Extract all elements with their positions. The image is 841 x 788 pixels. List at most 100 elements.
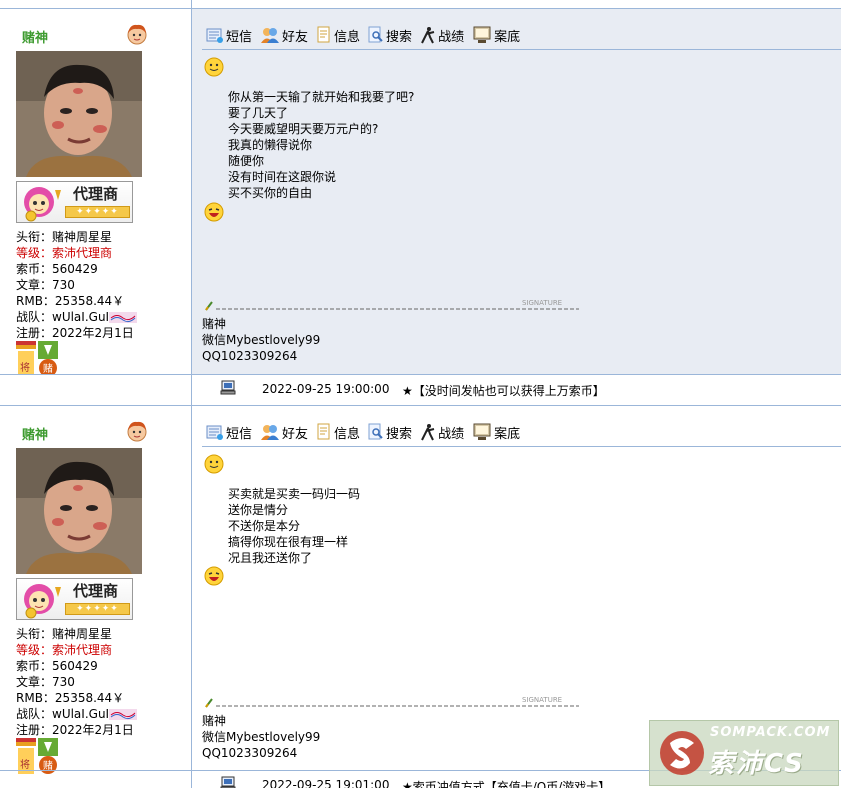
signature-line: QQ1023309264	[202, 349, 298, 363]
watermark-title: 索沛CS	[708, 749, 805, 779]
record-button[interactable]: 战绩	[420, 26, 464, 45]
rank-label: 代理商	[73, 185, 119, 203]
post-body: 你从第一天输了就开始和我要了吧? 要了几天了 今天要威望明天要万元户的? 我真的…	[228, 89, 414, 201]
toolbar-divider	[202, 49, 841, 50]
post-2-user-panel: 赌神 代理商 ✦✦✦✦✦ 头衔：赌神周星星 等级：索沛代理商 索币：560429…	[0, 406, 191, 774]
search-button[interactable]: 搜索	[368, 26, 412, 45]
user-rmb: RMB：25358.44￥	[16, 691, 125, 705]
post-toolbar: 短信 好友 信息 搜索 战绩 案底	[206, 422, 528, 442]
team-flag-icon	[109, 709, 138, 720]
post-time: 2022-09-25 19:00:00	[262, 382, 390, 396]
message-icon	[206, 28, 223, 43]
signature-line: 微信Mybestlovely99	[202, 333, 321, 347]
post-line: 没有时间在这跟你说	[228, 170, 337, 184]
search-icon	[368, 26, 383, 43]
ip-computer-icon[interactable]	[220, 776, 236, 788]
site-logo-icon	[660, 731, 704, 775]
monitor-icon	[473, 423, 491, 440]
user-registered: 注册：2022年2月1日	[16, 723, 134, 737]
post-line: 不送你是本分	[228, 519, 301, 533]
post-line: 随便你	[228, 154, 265, 168]
record-button[interactable]: 战绩	[420, 423, 464, 442]
site-watermark: SOMPACK.COM 索沛CS	[649, 720, 839, 786]
ip-computer-icon[interactable]	[220, 380, 236, 396]
sms-button[interactable]: 短信	[206, 423, 252, 442]
post-1-user-panel: 赌神 代理商 ✦✦✦✦✦ 头衔：赌神周星星 等级：索沛代理商 索币：560429…	[0, 9, 191, 377]
smile-icon	[204, 57, 224, 77]
team-flag-icon	[109, 312, 138, 323]
user-team: 战队：wUlaI.GuI	[16, 706, 138, 722]
rank-mascot-icon	[24, 187, 61, 222]
toolbar-divider	[202, 446, 841, 447]
rank-mascot-icon	[24, 584, 61, 619]
case-button[interactable]: 案底	[472, 26, 520, 45]
rank-stars: ✦✦✦✦✦	[65, 206, 130, 218]
signature: 赌神 微信Mybestlovely99 QQ1023309264	[202, 713, 320, 761]
post-line: 买不买你的自由	[228, 186, 313, 200]
document-icon	[317, 26, 330, 43]
svg-text:将: 将	[20, 362, 30, 374]
signature-divider: SIGNATURE	[205, 299, 579, 311]
post-line: 要了几天了	[228, 106, 289, 120]
user-avatar[interactable]	[16, 448, 142, 574]
soldier-icon	[421, 27, 435, 44]
smile-icon	[204, 454, 224, 474]
user-level: 等级：索沛代理商	[16, 246, 113, 260]
user-info: 头衔：赌神周星星 等级：索沛代理商 索币：560429 文章：730 RMB：2…	[16, 229, 138, 341]
user-coins: 索币：560429	[16, 659, 98, 673]
sms-button[interactable]: 短信	[206, 26, 252, 45]
friend-button[interactable]: 好友	[260, 423, 308, 442]
signature-line: QQ1023309264	[202, 746, 298, 760]
info-button[interactable]: 信息	[316, 26, 360, 45]
post-body: 买卖就是买卖一码归一码 送你是情分 不送你是本分 搞得你现在很有理一样 况且我还…	[228, 486, 360, 566]
rank-badge: 代理商 ✦✦✦✦✦	[16, 578, 133, 620]
user-team: 战队：wUlaI.GuI	[16, 309, 138, 325]
signature-line: 赌神	[202, 714, 227, 728]
monitor-icon	[473, 26, 491, 43]
post-line: 买卖就是买卖一码归一码	[228, 487, 361, 501]
username[interactable]: 赌神	[22, 424, 48, 443]
info-button[interactable]: 信息	[316, 423, 360, 442]
laughing-icon	[204, 566, 224, 586]
friends-icon	[261, 28, 280, 43]
post-toolbar: 短信 好友 信息 搜索 战绩 案底	[206, 25, 528, 45]
laughing-icon	[204, 202, 224, 222]
signature-label: SIGNATURE	[522, 299, 562, 307]
soldier-icon	[421, 424, 435, 441]
user-rmb: RMB：25358.44￥	[16, 294, 125, 308]
post-time: 2022-09-25 19:01:00	[262, 778, 390, 788]
message-icon	[206, 425, 223, 440]
user-avatar[interactable]	[16, 51, 142, 177]
post-line: 今天要威望明天要万元户的?	[228, 122, 379, 136]
post-2-content: 短信 好友 信息 搜索 战绩 案底 买卖就是买卖一码归一码 送你是情分 不送你是…	[192, 406, 841, 770]
footer-ad-link[interactable]: ★索币冲值方式【充值卡/Q币/游戏卡】	[402, 778, 610, 788]
male-avatar-icon	[127, 24, 147, 45]
case-button[interactable]: 案底	[472, 423, 520, 442]
post-line: 送你是情分	[228, 503, 289, 517]
footer-left	[0, 375, 191, 405]
post-1-content: 短信 好友 信息 搜索 战绩 案底 你从第一天输了就开始和我要了吧? 要了几天了…	[192, 9, 841, 374]
signature-line: 赌神	[202, 317, 227, 331]
user-registered: 注册：2022年2月1日	[16, 326, 134, 340]
user-level: 等级：索沛代理商	[16, 643, 113, 657]
post-line: 况且我还送你了	[228, 551, 313, 565]
post-line: 我真的懒得说你	[228, 138, 313, 152]
search-icon	[368, 423, 383, 440]
user-articles: 文章：730	[16, 278, 75, 292]
post-line: 你从第一天输了就开始和我要了吧?	[228, 90, 415, 104]
user-info: 头衔：赌神周星星 等级：索沛代理商 索币：560429 文章：730 RMB：2…	[16, 626, 138, 738]
document-icon	[317, 423, 330, 440]
rank-label: 代理商	[73, 582, 119, 600]
watermark-domain: SOMPACK.COM	[710, 725, 831, 740]
user-coins: 索币：560429	[16, 262, 98, 276]
signature-label: SIGNATURE	[522, 696, 562, 704]
username[interactable]: 赌神	[22, 27, 48, 46]
friends-icon	[261, 425, 280, 440]
male-avatar-icon	[127, 421, 147, 442]
search-button[interactable]: 搜索	[368, 423, 412, 442]
footer-ad-link[interactable]: ★【没时间发帖也可以获得上万索币】	[402, 382, 605, 399]
rank-badge: 代理商 ✦✦✦✦✦	[16, 181, 133, 223]
user-title: 头衔：赌神周星星	[16, 230, 113, 244]
friend-button[interactable]: 好友	[260, 26, 308, 45]
rank-stars: ✦✦✦✦✦	[65, 603, 130, 615]
